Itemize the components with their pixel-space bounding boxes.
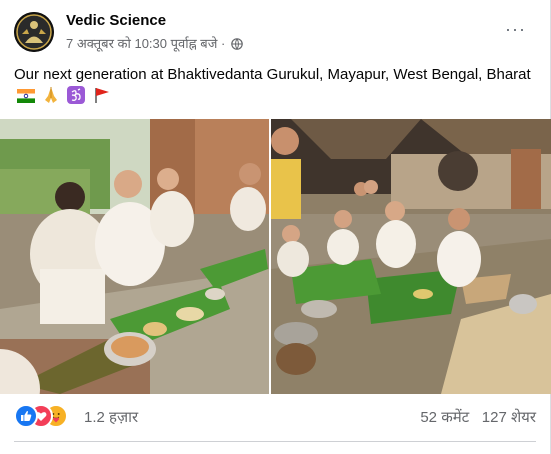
photo-right[interactable] [271, 119, 551, 394]
page-avatar[interactable] [14, 12, 54, 52]
post-text: Our next generation at Bhaktivedanta Gur… [14, 64, 534, 111]
post-text-line: Our next generation at Bhaktivedanta Gur… [14, 66, 531, 83]
more-options-button[interactable]: ··· [505, 19, 526, 40]
reactions-bar: 1.2 हज़ार 52 कमेंट 127 शेयर [14, 404, 536, 428]
om-emoji [67, 86, 86, 111]
red-flag-emoji [93, 86, 111, 111]
post-header: Vedic Science 7 अक्तूबर को 10:30 पूर्वाह… [14, 9, 536, 57]
comments-count[interactable]: 52 कमेंट [420, 409, 469, 426]
engagement-counts: 52 कमेंट 127 शेयर [420, 407, 536, 427]
folded-hands-emoji [42, 86, 60, 111]
post-timestamp[interactable]: 7 अक्तूबर को 10:30 पूर्वाह्न बजे [66, 36, 217, 51]
page-name[interactable]: Vedic Science [66, 12, 166, 29]
like-icon [14, 404, 38, 428]
photo-left[interactable] [0, 119, 269, 394]
post-photos [0, 119, 551, 394]
indian-flag-emoji [17, 88, 35, 110]
meta-separator: · [220, 36, 226, 51]
divider [14, 441, 536, 442]
post-card: Vedic Science 7 अक्तूबर को 10:30 पूर्वाह… [0, 0, 551, 454]
shares-count[interactable]: 127 शेयर [482, 409, 536, 426]
post-meta: 7 अक्तूबर को 10:30 पूर्वाह्न बजे · [66, 34, 243, 53]
globe-icon[interactable] [231, 38, 243, 53]
reaction-count[interactable]: 1.2 हज़ार [84, 407, 138, 427]
